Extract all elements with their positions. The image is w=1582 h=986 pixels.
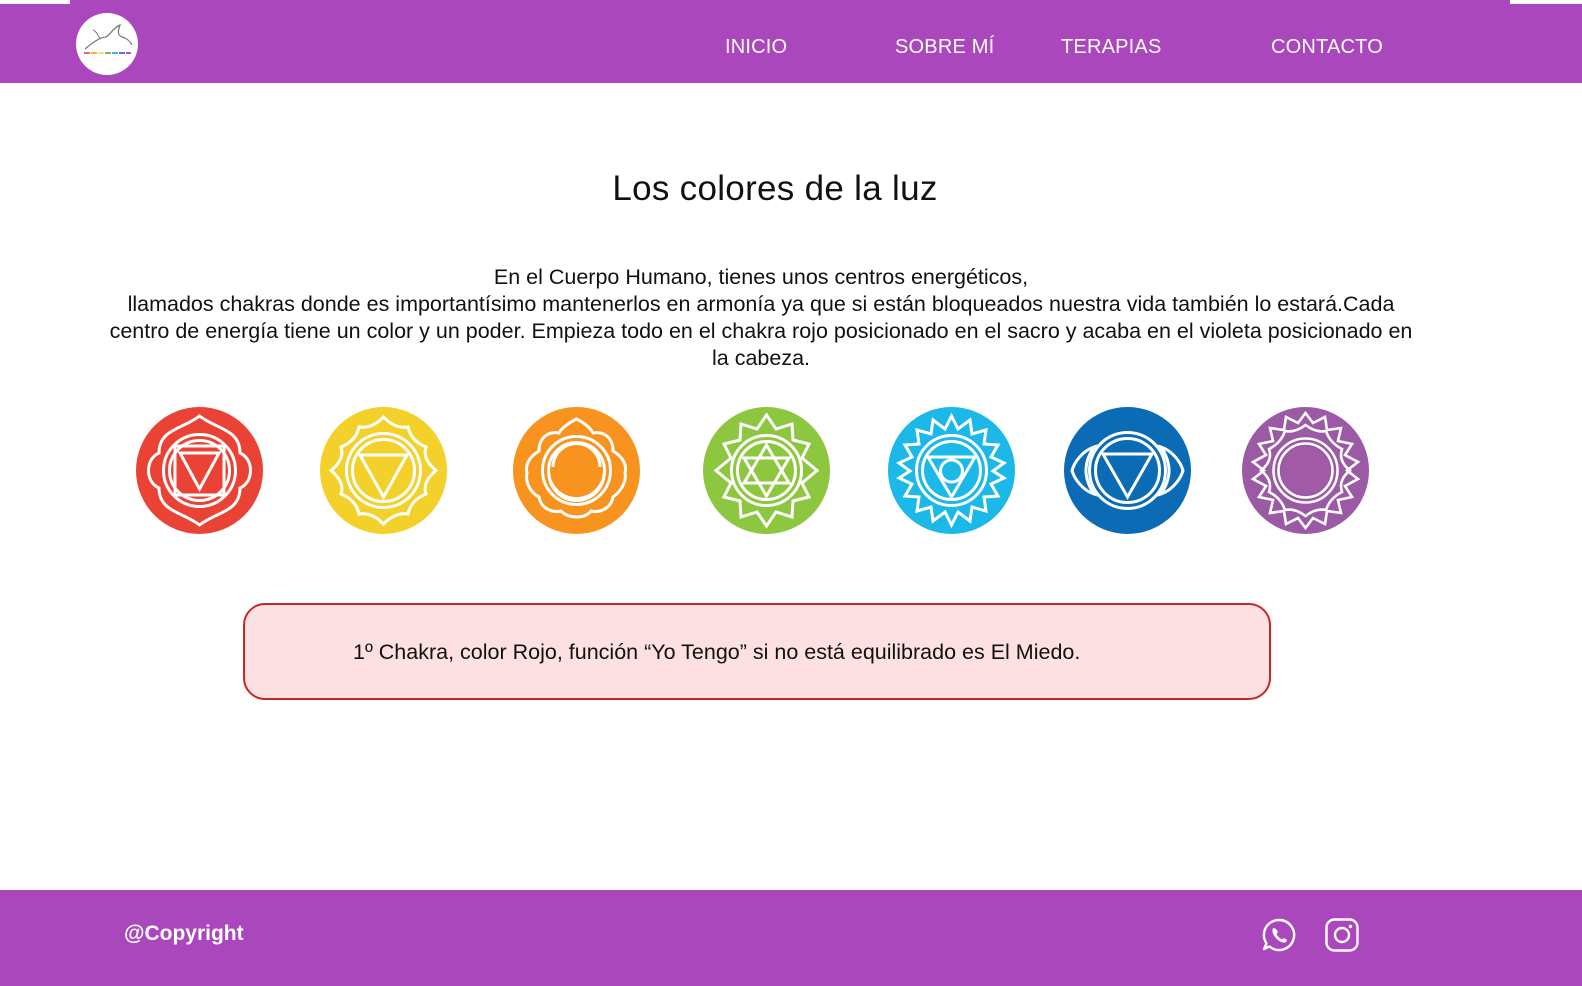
root-chakra-symbol [147, 414, 252, 527]
nav-sobre-mi[interactable]: SOBRE MÍ [895, 36, 994, 59]
heart-chakra-symbol [713, 412, 820, 529]
sacral-chakra-symbol [525, 417, 627, 519]
logo-bird-icon [84, 24, 133, 54]
root-chakra-icon [136, 407, 263, 534]
nav-inicio[interactable]: INICIO [725, 36, 787, 59]
copyright-text: @Copyright [124, 922, 244, 945]
third-eye-chakra-icon [1064, 407, 1191, 534]
crown-chakra-icon [1242, 407, 1369, 534]
header-edge-left [0, 0, 70, 4]
site-header: INICIO SOBRE MÍ TERAPIAS CONTACTO [0, 0, 1582, 83]
site-logo[interactable] [76, 13, 138, 75]
solar-plexus-chakra-icon [320, 407, 447, 534]
third-eye-chakra-symbol [1070, 431, 1185, 510]
nav-contacto[interactable]: CONTACTO [1271, 36, 1383, 59]
throat-chakra-icon [888, 407, 1015, 534]
nav-terapias[interactable]: TERAPIAS [1061, 36, 1162, 59]
sacral-chakra-icon [513, 407, 640, 534]
chakra-info-box: 1º Chakra, color Rojo, función “Yo Tengo… [243, 603, 1271, 700]
throat-chakra-symbol [895, 412, 1008, 529]
intro-text: En el Cuerpo Humano, tienes unos centros… [100, 264, 1422, 372]
page-title: Los colores de la luz [612, 169, 938, 208]
intro-line-2: llamados chakras donde es importantísimo… [109, 292, 1413, 370]
instagram-icon[interactable] [1324, 917, 1360, 953]
intro-line-1: En el Cuerpo Humano, tienes unos centros… [493, 265, 1029, 289]
heart-chakra-icon [703, 407, 830, 534]
site-footer: @Copyright [0, 890, 1582, 986]
crown-chakra-symbol [1250, 410, 1361, 531]
header-edge-right [1510, 0, 1582, 4]
chakra-info-text: 1º Chakra, color Rojo, función “Yo Tengo… [353, 640, 1081, 664]
whatsapp-icon[interactable] [1261, 917, 1297, 953]
solar-plexus-chakra-symbol [328, 414, 439, 527]
